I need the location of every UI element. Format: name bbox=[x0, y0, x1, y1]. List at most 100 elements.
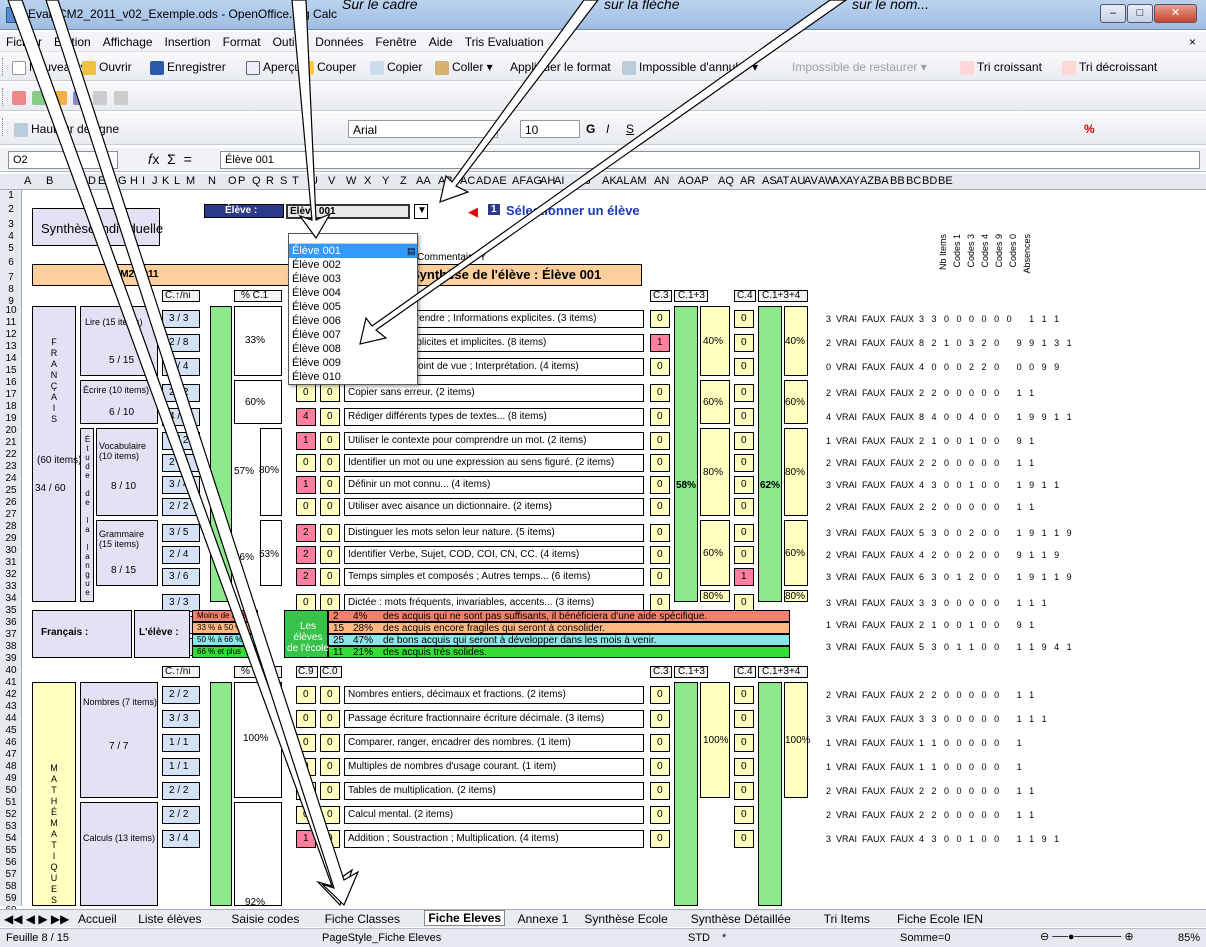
col-header-p[interactable]: P bbox=[238, 175, 245, 187]
row-header-57[interactable]: 57 bbox=[0, 869, 22, 880]
minimize-button[interactable]: – bbox=[1100, 4, 1126, 23]
row-header-51[interactable]: 51 bbox=[0, 797, 22, 808]
row-header-38[interactable]: 38 bbox=[0, 641, 22, 652]
menu-donnees[interactable]: Données bbox=[309, 32, 369, 49]
col-header-j[interactable]: J bbox=[152, 175, 158, 187]
row-header-42[interactable]: 42 bbox=[0, 689, 22, 700]
row-header-13[interactable]: 13 bbox=[0, 341, 22, 352]
row-header-55[interactable]: 55 bbox=[0, 845, 22, 856]
row-header-27[interactable]: 27 bbox=[0, 509, 22, 520]
row-header-11[interactable]: 11 bbox=[0, 317, 22, 328]
menu-outils[interactable]: Outils bbox=[267, 32, 310, 49]
col-header-u[interactable]: U bbox=[310, 175, 318, 187]
col-header-n[interactable]: N bbox=[208, 175, 216, 187]
row-header-43[interactable]: 43 bbox=[0, 701, 22, 712]
row-header-19[interactable]: 19 bbox=[0, 413, 22, 424]
menu-fichier[interactable]: Fichier bbox=[0, 32, 48, 49]
dropdown-arrow-icon[interactable]: ▼ bbox=[414, 204, 428, 219]
row-header-53[interactable]: 53 bbox=[0, 821, 22, 832]
col-header-ax[interactable]: AX bbox=[832, 175, 847, 187]
spreadsheet-grid[interactable]: Synthèse individuelle Élève : Élève 001 … bbox=[22, 190, 1206, 906]
tab-fiche-classes[interactable]: Fiche Classes bbox=[325, 912, 400, 926]
col-header-q[interactable]: Q bbox=[252, 175, 261, 187]
col-header-ap[interactable]: AP bbox=[694, 175, 709, 187]
col-header-be[interactable]: BE bbox=[938, 175, 953, 187]
col-header-bb[interactable]: BB bbox=[890, 175, 905, 187]
status-mode[interactable]: STD bbox=[688, 932, 710, 944]
col-header-c[interactable]: C bbox=[78, 175, 86, 187]
col-header-aq[interactable]: AQ bbox=[718, 175, 734, 187]
dropdown-option[interactable]: Élève 010 bbox=[289, 370, 417, 384]
save-button[interactable]: Enregistrer bbox=[150, 58, 226, 76]
col-header-i[interactable]: I bbox=[142, 175, 145, 187]
tab-fiche-ecole-ien[interactable]: Fiche Ecole IEN bbox=[897, 912, 983, 926]
row-header-6[interactable]: 6 bbox=[0, 257, 22, 268]
col-header-am[interactable]: AM bbox=[630, 175, 647, 187]
col-header-ak[interactable]: AK bbox=[602, 175, 617, 187]
row-header-26[interactable]: 26 bbox=[0, 497, 22, 508]
dropdown-option[interactable]: Élève 001 bbox=[289, 244, 417, 258]
row-header-39[interactable]: 39 bbox=[0, 653, 22, 664]
col-header-ao[interactable]: AO bbox=[678, 175, 694, 187]
col-header-x[interactable]: X bbox=[364, 175, 371, 187]
font-name-select[interactable]: Arial bbox=[348, 120, 498, 138]
toolbar2-icons[interactable] bbox=[12, 88, 131, 106]
col-header-e[interactable]: E bbox=[98, 175, 105, 187]
zoom-slider[interactable]: ⊖ ──●────── ⊕ bbox=[1040, 930, 1134, 943]
dropdown-option[interactable]: Élève 007 bbox=[289, 328, 417, 342]
col-header-d[interactable]: D bbox=[88, 175, 96, 187]
row-header-31[interactable]: 31 bbox=[0, 557, 22, 568]
col-header-at[interactable]: AT bbox=[776, 175, 789, 187]
doc-close-icon[interactable]: × bbox=[1183, 32, 1202, 49]
col-header-ba[interactable]: BA bbox=[874, 175, 889, 187]
sort-asc-button[interactable]: Tri croissant bbox=[960, 58, 1042, 76]
row-header-1[interactable]: 1 bbox=[0, 190, 22, 201]
status-zoom[interactable]: 85% bbox=[1178, 932, 1200, 944]
underline-button[interactable]: S bbox=[626, 120, 634, 138]
col-header-b[interactable]: B bbox=[46, 175, 53, 187]
new-button[interactable]: Nouveau ▾ bbox=[12, 58, 86, 76]
dropdown-option[interactable]: Élève 004 bbox=[289, 286, 417, 300]
row-header-30[interactable]: 30 bbox=[0, 545, 22, 556]
font-size-select[interactable]: 10 bbox=[520, 120, 580, 138]
row-header-14[interactable]: 14 bbox=[0, 353, 22, 364]
menu-fenetre[interactable]: Fenêtre bbox=[369, 32, 422, 49]
row-header-28[interactable]: 28 bbox=[0, 521, 22, 532]
row-header-58[interactable]: 58 bbox=[0, 881, 22, 892]
row-header-47[interactable]: 47 bbox=[0, 749, 22, 760]
menu-aide[interactable]: Aide bbox=[423, 32, 459, 49]
close-button[interactable]: ✕ bbox=[1154, 4, 1197, 23]
menu-format[interactable]: Format bbox=[217, 32, 267, 49]
col-header-bc[interactable]: BC bbox=[906, 175, 921, 187]
function-wizard-icon[interactable]: 𝑓x Σ = bbox=[148, 151, 192, 168]
row-header-48[interactable]: 48 bbox=[0, 761, 22, 772]
preview-button[interactable]: Aperçu bbox=[246, 58, 301, 76]
col-header-ai[interactable]: AI bbox=[554, 175, 564, 187]
sort-desc-button[interactable]: Tri décroissant bbox=[1062, 58, 1157, 76]
tab-nav-buttons[interactable]: ◀◀ ◀ ▶ ▶▶ bbox=[4, 912, 69, 926]
col-header-ac[interactable]: AC bbox=[460, 175, 475, 187]
row-header-46[interactable]: 46 bbox=[0, 737, 22, 748]
col-header-aa[interactable]: AA bbox=[416, 175, 431, 187]
col-header-aj[interactable]: AJ bbox=[578, 175, 591, 187]
col-header-k[interactable]: K bbox=[162, 175, 169, 187]
scrollbar-thumb[interactable]: ▤ bbox=[407, 246, 416, 257]
open-button[interactable]: Ouvrir bbox=[82, 58, 132, 76]
row-header-3[interactable]: 3 bbox=[0, 219, 22, 230]
col-header-g[interactable]: G bbox=[118, 175, 127, 187]
redo-button[interactable]: Impossible de restaurer ▾ bbox=[792, 58, 927, 76]
col-header-af[interactable]: AF bbox=[512, 175, 526, 187]
col-header-h[interactable]: H bbox=[130, 175, 138, 187]
col-header-bd[interactable]: BD bbox=[922, 175, 937, 187]
row-header-33[interactable]: 33 bbox=[0, 581, 22, 592]
col-header-au[interactable]: AU bbox=[790, 175, 805, 187]
tab-synthèse-détaillée[interactable]: Synthèse Détaillée bbox=[691, 912, 791, 926]
col-header-ah[interactable]: AH bbox=[540, 175, 555, 187]
col-header-an[interactable]: AN bbox=[654, 175, 669, 187]
row-header-40[interactable]: 40 bbox=[0, 665, 22, 676]
row-header-45[interactable]: 45 bbox=[0, 725, 22, 736]
row-header-21[interactable]: 21 bbox=[0, 437, 22, 448]
col-header-ad[interactable]: AD bbox=[476, 175, 491, 187]
menu-affichage[interactable]: Affichage bbox=[97, 32, 159, 49]
dropdown-option[interactable]: Élève 003 bbox=[289, 272, 417, 286]
